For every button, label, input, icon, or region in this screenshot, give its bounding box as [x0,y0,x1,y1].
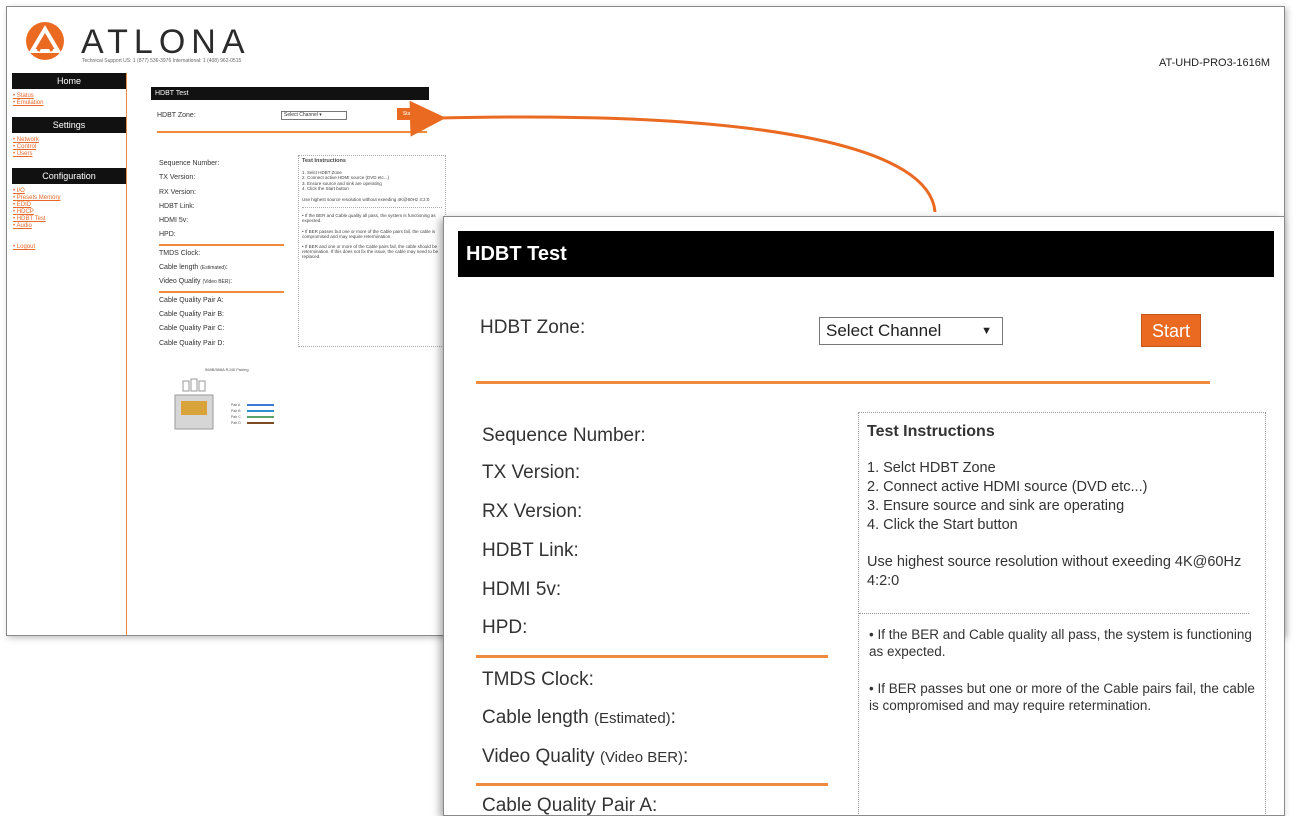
logo-mark-icon [26,22,64,60]
bg-page-title: HDBT Test [151,87,429,100]
zone-select-value: Select Channel [826,321,942,340]
instruction-bullet: • If the BER and Cable quality all pass,… [869,627,1252,659]
bg-field-label: HPD: [159,231,176,239]
divider [476,655,828,658]
chevron-down-icon: ▼ [981,325,992,337]
page-title: HDBT Test [458,231,1274,277]
logo-text: ATLONA [81,23,251,61]
sidebar-item-audio[interactable]: Audio [13,223,126,230]
rj45-diagram: 568B/568A RJ45 Pairing Pair A Pair B Pai… [159,367,289,447]
header: ATLONA Technical Support US: 1 (877) 536… [7,7,1284,73]
sidebar-item-logout[interactable]: Logout [13,244,126,251]
sidebar-item-emulation[interactable]: Emulation [13,100,126,107]
bg-field-label: TMDS Clock: [159,249,201,257]
sidebar-item-hdbt-test[interactable]: HDBT Test [13,216,126,223]
bg-instructions-title: Test Instructions [302,158,346,164]
zoomed-detail-panel: HDBT Test HDBT Zone: Select Channel ▼ St… [443,216,1285,816]
sidebar-item-presets[interactable]: Presets Memory [13,195,126,202]
field-hpd: HPD: [482,617,528,638]
rj45-pair-label: Pair D [231,421,241,425]
bg-field-label: Sequence Number: [159,160,220,167]
sidebar-item-network[interactable]: Network [13,137,126,144]
bg-bullet: • If BER and one or more of the Cable pa… [302,244,439,260]
zone-select[interactable]: Select Channel ▼ [819,317,1003,345]
field-hdmi-5v: HDMI 5v: [482,579,562,600]
bg-divider [157,131,427,133]
bg-zone-label: HDBT Zone: [157,112,196,119]
bg-field-label: Cable Quality Pair C: [159,325,225,333]
instruction-step: 2. Connect active HDMI source (DVD etc..… [867,479,1148,495]
field-cable-quality-pair-a: Cable Quality Pair A: [482,795,658,816]
sidebar-header-settings: Settings [12,117,126,133]
rj45-pair-label: Pair B [231,409,241,413]
divider [476,381,1210,384]
rj45-pair-label: Pair A [231,403,241,407]
bg-bullet: • If BER passes but one or more of the C… [302,228,436,239]
bg-instructions-box: Test Instructions 1. Selct HDBT Zone 2. … [298,155,446,347]
sidebar: Home Status Emulation Settings Network C… [7,73,127,635]
bg-field-label: TX Version: [159,174,196,182]
divider [476,783,828,786]
instruction-bullet: • If BER passes but one or more of the C… [869,681,1255,713]
bg-field-label: Cable length (Estimated): [159,264,228,272]
instruction-step: 1. Selct HDBT Zone [867,460,996,476]
field-video-quality: Video Quality (Video BER): [482,746,689,767]
field-tx-version: TX Version: [482,462,581,483]
bg-field-label: Cable Quality Pair D: [159,339,225,347]
bg-field-label: HDMI 5v: [159,217,189,225]
atlona-logo: ATLONA [23,21,313,61]
bg-field-label: Cable Quality Pair B: [159,310,224,318]
bg-main-panel: HDBT Test HDBT Zone: Select Channel ▾ St… [151,87,451,430]
sidebar-item-edid[interactable]: EDID [13,202,126,209]
field-cable-length: Cable length (Estimated): [482,707,676,728]
bg-field-label: RX Version: [159,188,196,196]
field-rx-version: RX Version: [482,501,583,522]
instruction-step: 3. Ensure source and sink are operating [867,498,1125,514]
instruction-step: 4. Click the Start button [867,517,1018,533]
zone-label: HDBT Zone: [480,317,586,338]
bg-field-label: HDBT Link: [159,202,195,210]
bg-field-list: Sequence Number: TX Version: RX Version:… [159,157,284,351]
sidebar-item-status[interactable]: Status [13,93,126,100]
rj45-connector-icon [174,378,274,430]
rj45-pair-label: Pair C [231,415,241,419]
bg-field-label: Cable Quality Pair A: [159,296,224,304]
field-sequence-number: Sequence Number: [482,425,646,446]
bg-bullet: • If the BER and Cable quality all pass,… [302,213,436,224]
field-hdbt-link: HDBT Link: [482,540,579,561]
start-button[interactable]: Start [1141,314,1201,347]
bg-zone-select[interactable]: Select Channel ▾ [281,111,347,120]
bg-step: 4. Click the Start button [302,185,349,191]
sidebar-header-home: Home [12,73,126,89]
support-line: Technical Support US: 1 (877) 536-3976 I… [82,58,242,64]
bg-field-label: Video Quality (Video BER): [159,278,233,286]
model-name: AT-UHD-PRO3-1616M [1158,57,1270,69]
sidebar-header-configuration: Configuration [12,168,126,184]
rj45-title: 568B/568A RJ45 Pairing [205,367,249,372]
bg-divider [159,243,284,246]
sidebar-item-users[interactable]: Users [13,151,126,158]
field-tmds-clock: TMDS Clock: [482,669,594,690]
sidebar-item-hdcp[interactable]: HDCP [13,209,126,216]
sidebar-item-control[interactable]: Control [13,144,126,151]
instruction-note: Use highest source resolution without ex… [867,554,1242,589]
instructions-title: Test Instructions [867,423,995,440]
bg-start-button[interactable]: Start [397,108,419,120]
bg-divider [159,290,284,293]
sidebar-item-io[interactable]: I/O [13,188,126,195]
dotted-divider [859,613,1249,614]
bg-note: Use highest source resolution without ex… [302,197,430,203]
instructions-box: Test Instructions 1. Selct HDBT Zone 2. … [858,412,1266,815]
